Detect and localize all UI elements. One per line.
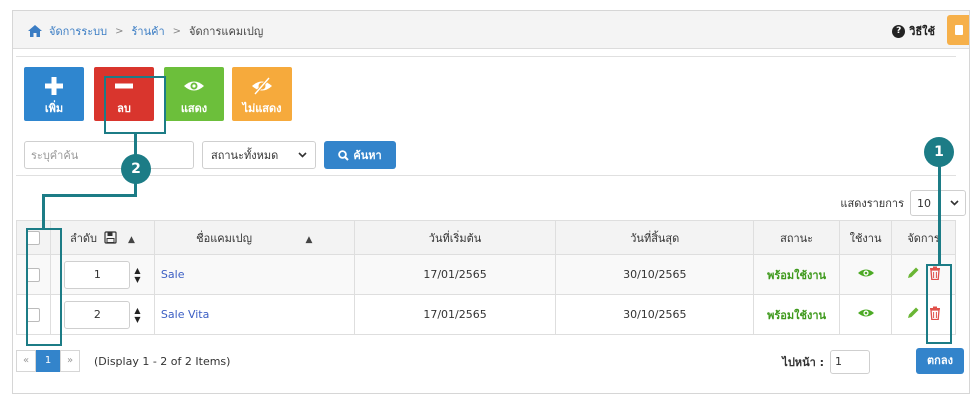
- table-header-row: ลำดับ ▲ ชื่อแคมเปญ ▲ วันที่เริ่มต้น วันท…: [16, 220, 956, 255]
- name-cell: Sale: [153, 254, 355, 295]
- chevron-right-icon: >: [172, 25, 182, 37]
- help-link[interactable]: ? วิธีใช้: [892, 22, 935, 40]
- rows-per-page-label: แสดงรายการ: [840, 197, 904, 210]
- search-input[interactable]: [24, 141, 194, 169]
- breadcrumb: จัดการระบบ > ร้านค้า > จัดการแคมเปญ: [27, 22, 263, 40]
- start-date-cell: 17/01/2565: [353, 254, 557, 295]
- sort-up-icon[interactable]: ▲: [306, 235, 313, 245]
- annotation-connector-1: [938, 165, 941, 266]
- hide-button[interactable]: ไม่แสดง: [232, 67, 292, 121]
- name-header-label: ชื่อแคมเปญ: [196, 231, 253, 245]
- order-cell: 1 ▲ ▼: [49, 254, 155, 295]
- add-label: เพิ่ม: [44, 102, 64, 115]
- status-header: สถานะ: [753, 220, 841, 255]
- arrow-down-icon[interactable]: ▼: [134, 315, 140, 324]
- table-row: 2 ▲ ▼ Sale Vita 17/01/2565 30/10/2565 พร…: [16, 294, 956, 335]
- table-row: 1 ▲ ▼ Sale 17/01/2565 30/10/2565 พร้อมใช…: [16, 254, 956, 295]
- usage-header: ใช้งาน: [839, 220, 892, 255]
- checkbox-column-highlight: [26, 228, 62, 346]
- sort-up-icon[interactable]: ▲: [128, 235, 135, 245]
- save-icon[interactable]: [103, 230, 117, 244]
- status-select-value: สถานะทั้งหมด: [211, 149, 279, 162]
- status-badge: พร้อมใช้งาน: [767, 268, 827, 282]
- rows-per-page-value: 10: [917, 196, 931, 210]
- annotation-badge-2: 2: [121, 154, 151, 184]
- home-icon[interactable]: [27, 24, 43, 38]
- search-icon: [338, 149, 350, 161]
- status-cell: พร้อมใช้งาน: [753, 294, 841, 335]
- eye-icon[interactable]: [857, 307, 875, 319]
- order-input[interactable]: 1: [64, 260, 131, 289]
- pencil-icon[interactable]: [906, 266, 920, 280]
- campaign-name-link[interactable]: Sale: [161, 268, 185, 281]
- order-header[interactable]: ลำดับ ▲: [49, 220, 155, 255]
- question-icon: ?: [892, 24, 906, 38]
- help-label: วิธีใช้: [909, 25, 935, 38]
- campaign-name-link[interactable]: Sale Vita: [161, 308, 209, 321]
- chevron-down-icon: [298, 152, 307, 158]
- usage-cell: [839, 294, 892, 335]
- pagination-next[interactable]: »: [60, 350, 80, 372]
- trash-column-highlight: [926, 264, 952, 344]
- eye-slash-icon: [252, 77, 272, 95]
- annotation-connector-2: [42, 194, 45, 230]
- arrow-up-icon[interactable]: ▲: [134, 306, 140, 315]
- goto-page-button[interactable]: ตกลง: [916, 348, 964, 374]
- eye-icon[interactable]: [857, 267, 875, 279]
- breadcrumb-current: จัดการแคมเปญ: [189, 25, 264, 38]
- hide-label: ไม่แสดง: [242, 102, 282, 115]
- show-label: แสดง: [180, 102, 208, 115]
- goto-page-input[interactable]: 1: [830, 350, 870, 374]
- annotation-connector-2: [134, 134, 137, 156]
- pagination-info: (Display 1 - 2 of 2 Items): [94, 354, 231, 368]
- order-cell: 2 ▲ ▼: [49, 294, 155, 335]
- campaign-table: ลำดับ ▲ ชื่อแคมเปญ ▲ วันที่เริ่มต้น วันท…: [16, 220, 956, 335]
- plus-icon: [45, 77, 63, 95]
- name-header[interactable]: ชื่อแคมเปญ ▲: [153, 220, 355, 255]
- pagination: « 1 » (Display 1 - 2 of 2 Items): [16, 350, 230, 372]
- pencil-icon[interactable]: [906, 306, 920, 320]
- order-header-label: ลำดับ: [69, 231, 97, 245]
- add-button[interactable]: เพิ่ม: [24, 67, 84, 121]
- status-select[interactable]: สถานะทั้งหมด: [202, 141, 316, 169]
- order-stepper[interactable]: ▲ ▼: [134, 266, 140, 284]
- start-date-header: วันที่เริ่มต้น: [353, 220, 557, 255]
- eye-icon: [184, 81, 204, 91]
- goto-page-label: ไปหน้า :: [782, 356, 824, 369]
- name-cell: Sale Vita: [153, 294, 355, 335]
- annotation-badge-1: 1: [924, 137, 954, 167]
- end-date-cell: 30/10/2565: [555, 254, 755, 295]
- order-input[interactable]: 2: [64, 300, 131, 329]
- rows-per-page: แสดงรายการ 10: [840, 190, 966, 216]
- search-button[interactable]: ค้นหา: [324, 141, 396, 169]
- status-cell: พร้อมใช้งาน: [753, 254, 841, 295]
- annotation-connector-2: [42, 194, 137, 197]
- breadcrumb-home-link[interactable]: จัดการระบบ: [49, 22, 107, 40]
- end-date-header: วันที่สิ้นสุด: [555, 220, 755, 255]
- side-panel-button[interactable]: [947, 15, 969, 45]
- manage-header: จัดการ: [891, 220, 956, 255]
- breadcrumb-shop-link[interactable]: ร้านค้า: [132, 22, 165, 40]
- search-button-label: ค้นหา: [353, 149, 382, 162]
- end-date-cell: 30/10/2565: [555, 294, 755, 335]
- order-stepper[interactable]: ▲ ▼: [134, 306, 140, 324]
- chevron-down-icon: [950, 200, 959, 206]
- start-date-cell: 17/01/2565: [353, 294, 557, 335]
- show-button[interactable]: แสดง: [164, 67, 224, 121]
- usage-cell: [839, 254, 892, 295]
- pagination-prev[interactable]: «: [16, 350, 36, 372]
- arrow-up-icon[interactable]: ▲: [134, 266, 140, 275]
- pagination-page[interactable]: 1: [36, 350, 60, 372]
- chevron-right-icon: >: [115, 25, 124, 37]
- status-badge: พร้อมใช้งาน: [767, 308, 827, 322]
- arrow-down-icon[interactable]: ▼: [134, 275, 140, 284]
- delete-button-highlight: [104, 76, 166, 134]
- page-header: จัดการระบบ > ร้านค้า > จัดการแคมเปญ ? วิ…: [13, 11, 969, 49]
- goto-page: ไปหน้า : 1: [782, 350, 870, 374]
